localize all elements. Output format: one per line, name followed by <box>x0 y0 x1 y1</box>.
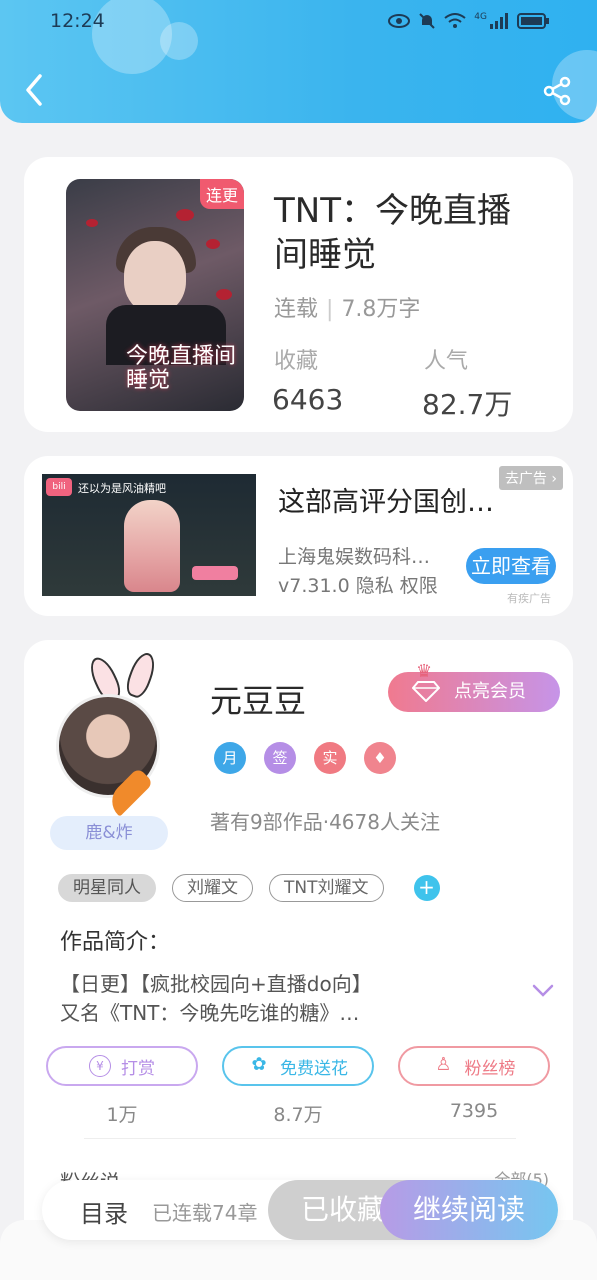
ad-image-button <box>192 566 238 580</box>
serial-tag: 连更 <box>199 179 244 209</box>
bunny-ear-decor <box>122 649 160 701</box>
remove-ad-button[interactable]: 去广告 › <box>498 466 563 490</box>
decor-petal <box>206 239 220 249</box>
battery-icon <box>517 13 549 29</box>
favorites-value: 6463 <box>272 383 344 416</box>
meta-separator: | <box>326 297 334 322</box>
fan-count: 7395 <box>449 1100 499 1122</box>
coin-icon: ¥ <box>89 1055 111 1077</box>
ad-card[interactable]: bili 还以为是风油精吧 这部高评分国创… 去广告 › 上海鬼娱数码科… v7… <box>24 456 573 616</box>
back-arrow-icon[interactable] <box>20 72 50 108</box>
word-count: 7.8万字 <box>341 297 421 322</box>
send-flower-label: 免费送花 <box>280 1058 348 1079</box>
wifi-icon <box>444 13 466 28</box>
share-icon[interactable] <box>543 76 573 106</box>
fan-ranking-label: 粉丝榜 <box>464 1058 516 1079</box>
tip-button-label: 打赏 <box>121 1058 155 1079</box>
book-title: TNT：今晚直播间睡觉 <box>274 191 511 275</box>
decor-bubble <box>160 22 198 60</box>
nickname-badge: 鹿&炸 <box>50 816 168 850</box>
ad-image-caption: 还以为是风油精吧 <box>78 482 166 495</box>
mute-bell-icon <box>419 13 436 29</box>
cover-title-art: 今晚直播间睡觉 <box>126 344 237 393</box>
popularity-label: 人气 <box>424 349 469 374</box>
network-label: 4G <box>474 12 487 22</box>
author-badges: 月 签 实 ♦ <box>214 742 396 774</box>
tip-count: 1万 <box>106 1104 138 1126</box>
flower-count: 8.7万 <box>273 1104 323 1126</box>
book-info-card: 今晚直播间睡觉 连更 TNT：今晚直播间睡觉 连载 | 7.8万字 收藏 6463 … <box>24 157 573 432</box>
header-bar: 12:24 4G <box>0 0 597 123</box>
signal-icon <box>490 13 508 29</box>
intro-label: 作品简介： <box>60 930 171 955</box>
tag-item[interactable]: 明星同人 <box>58 874 156 902</box>
decor-petal <box>86 219 98 227</box>
tag-item[interactable]: TNT刘耀文 <box>269 874 384 902</box>
eye-icon <box>388 14 411 28</box>
tag-list: 明星同人 刘耀文 TNT刘耀文 + <box>58 874 440 902</box>
book-status: 连载 <box>274 297 319 322</box>
status-icons: 4G <box>388 12 549 30</box>
monthly-badge-icon[interactable]: 月 <box>214 742 246 774</box>
book-cover[interactable]: 今晚直播间睡觉 连更 <box>66 179 244 411</box>
status-time: 12:24 <box>50 10 105 32</box>
favorites-label: 收藏 <box>274 349 319 374</box>
tip-button[interactable]: ¥ 打赏 <box>46 1046 198 1086</box>
send-flower-button[interactable]: ✿ 免费送花 <box>222 1046 374 1086</box>
tag-item[interactable]: 刘耀文 <box>172 874 253 902</box>
intro-line: 又名《TNT：今晚先吃谁的糖》… <box>60 1001 360 1025</box>
decor-petal <box>216 289 232 300</box>
vip-button[interactable]: ♛ 点亮会员 <box>388 661 560 712</box>
flower-icon: ✿ <box>251 1054 267 1075</box>
chevron-down-icon[interactable] <box>532 984 554 998</box>
ad-cta-button[interactable]: 立即查看 <box>466 548 556 584</box>
bottom-action-bar: 目录 已连载74章 已收藏 继续阅读 <box>42 1180 558 1240</box>
signed-badge-icon[interactable]: 签 <box>264 742 296 774</box>
action-buttons: ¥ 打赏 ✿ 免费送花 ♙ 粉丝榜 <box>46 1046 550 1086</box>
author-avatar-frame[interactable] <box>54 649 194 817</box>
table-of-contents-button[interactable]: 目录 <box>80 1194 128 1229</box>
fan-ranking-button[interactable]: ♙ 粉丝榜 <box>398 1046 550 1086</box>
popularity-value: 82.7万 <box>422 388 513 421</box>
ad-mark: 有疾广告 <box>507 592 551 605</box>
cover-face <box>124 241 186 313</box>
ad-image[interactable]: bili 还以为是风油精吧 <box>42 474 256 596</box>
author-name[interactable]: 元豆豆 <box>210 676 306 722</box>
continue-reading-button[interactable]: 继续阅读 <box>380 1180 558 1240</box>
ad-character <box>124 500 180 592</box>
divider <box>84 1138 516 1139</box>
intro-line: 【日更】【疯批校园向+直播do向】 <box>60 972 372 996</box>
book-meta: 连载 | 7.8万字 <box>274 291 420 323</box>
chevron-down-icon: › <box>551 471 557 487</box>
chapter-count: 已连载74章 <box>152 1201 258 1225</box>
intro-text[interactable]: 【日更】【疯批校园向+直播do向】 又名《TNT：今晚先吃谁的糖》… <box>60 970 500 1028</box>
bilibili-logo-icon: bili <box>46 478 72 496</box>
author-stats: 著有9部作品·4678人关注 <box>210 810 440 834</box>
verified-badge-icon[interactable]: 实 <box>314 742 346 774</box>
user-icon: ♙ <box>435 1054 452 1075</box>
vip-button-label: 点亮会员 <box>454 681 526 702</box>
decor-petal <box>176 209 194 221</box>
add-tag-button[interactable]: + <box>413 875 440 901</box>
ad-advertiser: 上海鬼娱数码科… <box>278 546 431 568</box>
remove-ad-label: 去广告 <box>504 471 547 487</box>
diamond-icon <box>412 681 440 702</box>
ad-version-privacy[interactable]: v7.31.0 隐私 权限 <box>278 571 438 598</box>
diamond-badge-icon[interactable]: ♦ <box>364 742 396 774</box>
